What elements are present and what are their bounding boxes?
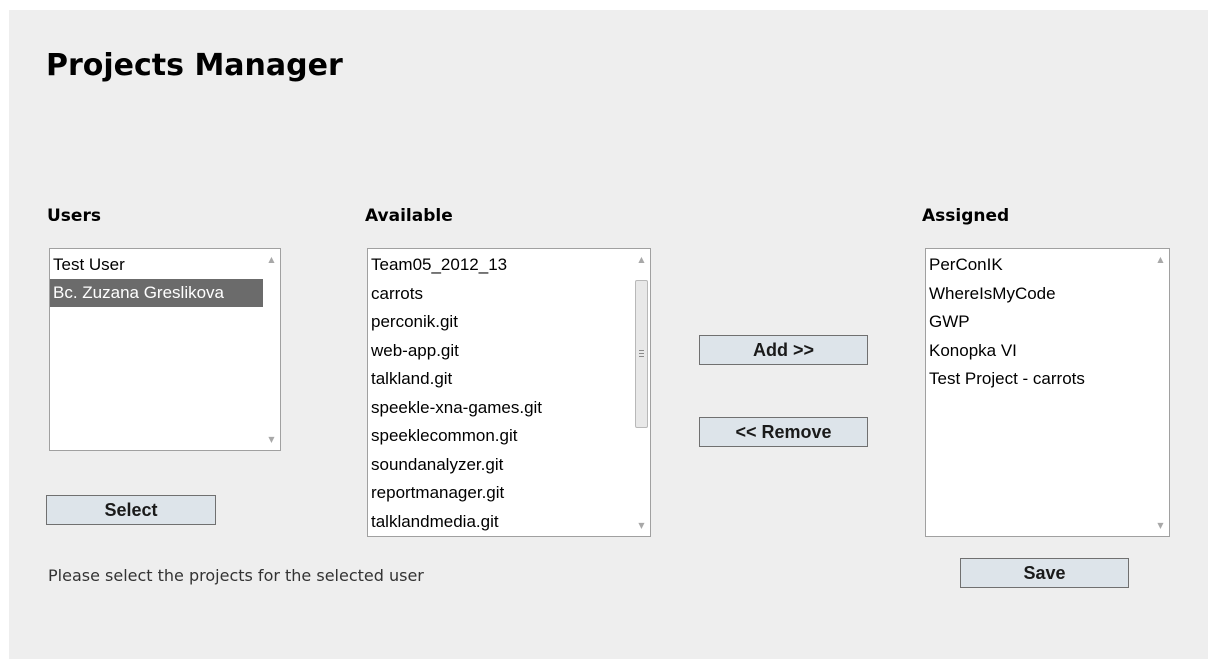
page-title: Projects Manager bbox=[46, 48, 343, 83]
user-item-test-user[interactable]: Test User bbox=[50, 251, 263, 279]
available-item[interactable]: Team05_2012_13 bbox=[368, 251, 633, 280]
available-item[interactable]: soundanalyzer.git bbox=[368, 451, 633, 480]
scroll-down-icon[interactable]: ▼ bbox=[263, 431, 280, 448]
available-item[interactable]: carrots bbox=[368, 280, 633, 309]
assigned-item[interactable]: PerConIK bbox=[926, 251, 1152, 280]
assigned-scrollbar[interactable]: ▲ ▼ bbox=[1152, 249, 1169, 536]
assigned-list: PerConIK WhereIsMyCode GWP Konopka VI Te… bbox=[926, 249, 1152, 394]
scroll-down-icon[interactable]: ▼ bbox=[633, 517, 650, 534]
users-label: Users bbox=[47, 206, 101, 226]
remove-button[interactable]: << Remove bbox=[699, 417, 868, 447]
available-item[interactable]: perconik.git bbox=[368, 308, 633, 337]
available-item[interactable]: talklandmedia.git bbox=[368, 508, 633, 537]
users-list: Test User Bc. Zuzana Greslikova bbox=[50, 249, 263, 307]
users-scrollbar[interactable]: ▲ ▼ bbox=[263, 249, 280, 450]
available-item[interactable]: speeklecommon.git bbox=[368, 422, 633, 451]
assigned-item[interactable]: GWP bbox=[926, 308, 1152, 337]
assigned-item[interactable]: Test Project - carrots bbox=[926, 365, 1152, 394]
scroll-up-icon[interactable]: ▲ bbox=[633, 251, 650, 268]
grip-icon bbox=[639, 350, 644, 357]
available-scrollbar[interactable]: ▲ ▼ bbox=[633, 249, 650, 536]
add-button[interactable]: Add >> bbox=[699, 335, 868, 365]
available-listbox[interactable]: Team05_2012_13 carrots perconik.git web-… bbox=[367, 248, 651, 537]
available-item[interactable]: reportmanager.git bbox=[368, 479, 633, 508]
scroll-down-icon[interactable]: ▼ bbox=[1152, 517, 1169, 534]
available-item[interactable]: speekle-xna-games.git bbox=[368, 394, 633, 423]
available-item[interactable]: web-app.git bbox=[368, 337, 633, 366]
selection-hint: Please select the projects for the selec… bbox=[48, 566, 424, 585]
select-button[interactable]: Select bbox=[46, 495, 216, 525]
available-item[interactable]: talkland.git bbox=[368, 365, 633, 394]
user-item-zuzana-greslikova[interactable]: Bc. Zuzana Greslikova bbox=[50, 279, 263, 307]
scroll-up-icon[interactable]: ▲ bbox=[1152, 251, 1169, 268]
assigned-listbox[interactable]: PerConIK WhereIsMyCode GWP Konopka VI Te… bbox=[925, 248, 1170, 537]
users-listbox[interactable]: Test User Bc. Zuzana Greslikova ▲ ▼ bbox=[49, 248, 281, 451]
scroll-up-icon[interactable]: ▲ bbox=[263, 251, 280, 268]
available-list: Team05_2012_13 carrots perconik.git web-… bbox=[368, 249, 633, 536]
assigned-label: Assigned bbox=[922, 206, 1010, 226]
assigned-item[interactable]: WhereIsMyCode bbox=[926, 280, 1152, 309]
assigned-item[interactable]: Konopka VI bbox=[926, 337, 1152, 366]
scrollbar-thumb[interactable] bbox=[635, 280, 648, 428]
available-label: Available bbox=[365, 206, 453, 226]
save-button[interactable]: Save bbox=[960, 558, 1129, 588]
